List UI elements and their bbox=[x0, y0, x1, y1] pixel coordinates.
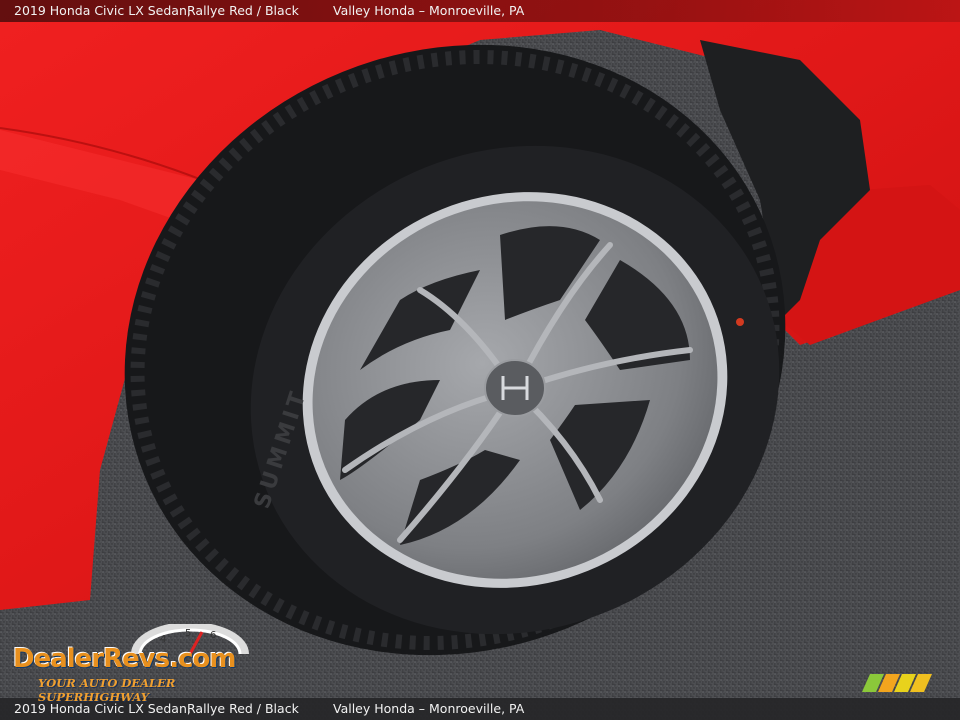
dealerrevs-logo: 4 5 6 DealerRevs.com YOUR AUTO DEALER SU… bbox=[10, 624, 272, 704]
caption-bar-top: 2019 Honda Civic LX Sedan, Rallye Red / … bbox=[0, 0, 960, 22]
logo-brand-text: DealerRevs.com bbox=[13, 644, 236, 674]
logo-tagline: YOUR AUTO DEALER SUPERHIGHWAY bbox=[38, 676, 176, 704]
svg-text:6: 6 bbox=[210, 630, 216, 641]
photo-stage: SUMMIT 2019 Honda Civic LX Sedan, Rallye… bbox=[0, 0, 960, 720]
car-wheel-photo: SUMMIT bbox=[0, 0, 960, 720]
dealer-name: Valley Honda – Monroeville, PA bbox=[333, 701, 525, 716]
vehicle-color: Rallye Red / Black bbox=[187, 3, 299, 18]
svg-text:5: 5 bbox=[185, 628, 191, 639]
dealer-name: Valley Honda – Monroeville, PA bbox=[333, 3, 525, 18]
tire-balance-dot bbox=[736, 318, 744, 326]
color-stripes-icon bbox=[862, 674, 932, 692]
vehicle-title: 2019 Honda Civic LX Sedan, bbox=[14, 3, 191, 18]
